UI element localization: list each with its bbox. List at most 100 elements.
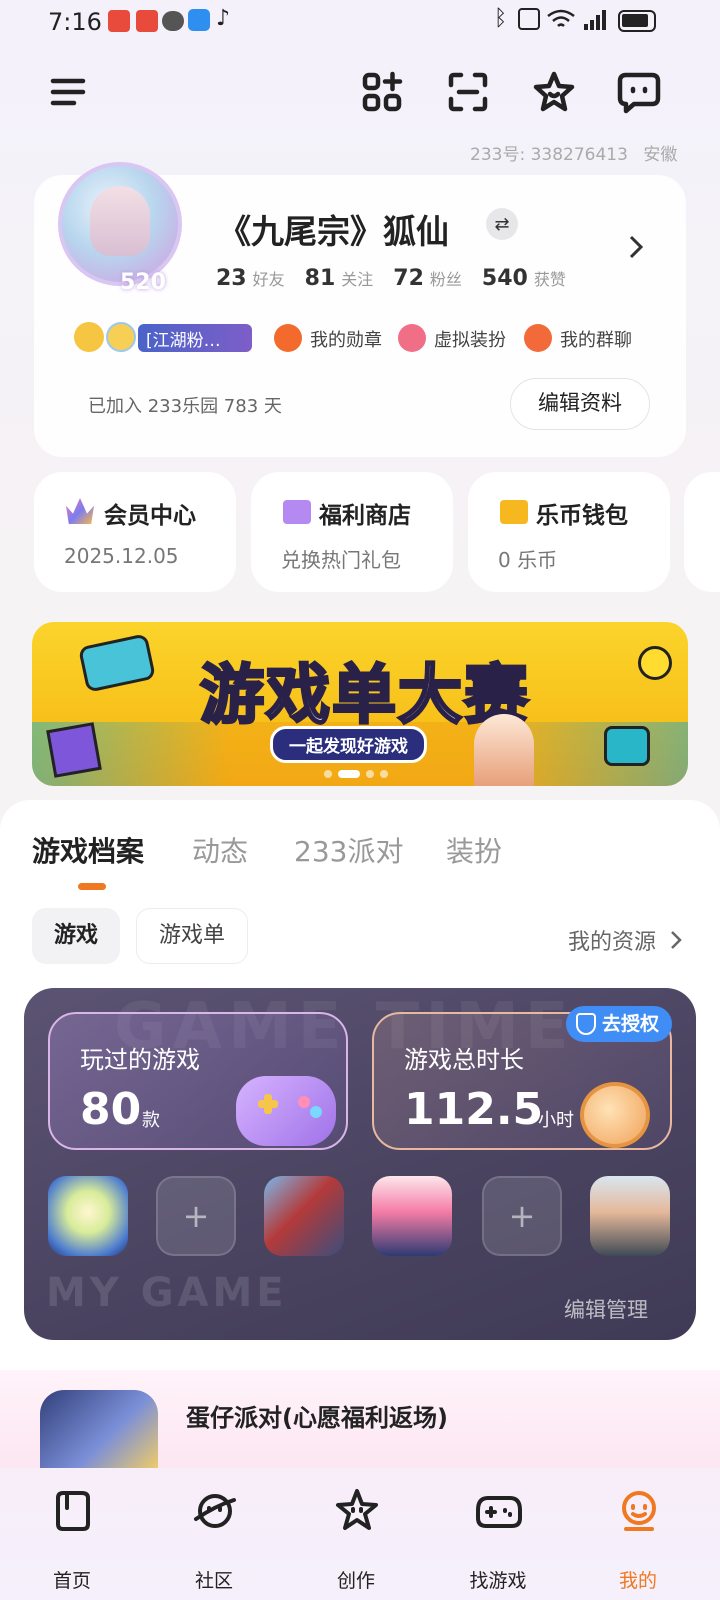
account-id-value: 338276413 xyxy=(530,145,628,165)
game-list-item-title[interactable]: 蛋仔派对(心愿福利返场) xyxy=(186,1398,448,1433)
planet-icon xyxy=(194,1494,236,1528)
played-games-label: 玩过的游戏 xyxy=(80,1046,200,1074)
active-tab-indicator xyxy=(78,883,106,890)
gamepad-icon xyxy=(236,1076,336,1146)
avatar[interactable]: 520 xyxy=(50,150,190,300)
scan-icon[interactable] xyxy=(446,70,490,114)
played-games-panel[interactable]: 玩过的游戏 80 款 xyxy=(48,1012,348,1150)
menu-icon[interactable] xyxy=(48,72,88,112)
carousel-dot xyxy=(324,770,332,778)
profile-stats: 23 好友 81 关注 72 粉丝 540 获赞 xyxy=(216,266,566,296)
mystery-box-icon xyxy=(46,722,102,778)
edit-profile-button[interactable]: 编辑资料 xyxy=(510,378,650,430)
star-effects-icon[interactable] xyxy=(532,70,576,114)
my-medals-link[interactable]: 我的勋章 xyxy=(310,326,382,352)
me-icon xyxy=(622,1491,656,1531)
chevron-right-icon[interactable] xyxy=(626,232,646,262)
group-chat-icon xyxy=(524,324,552,352)
welfare-shop-card[interactable]: 福利商店 兑换热门礼包 xyxy=(251,472,453,592)
gift-icon xyxy=(283,500,311,524)
tab-dynamics[interactable]: 动态 xyxy=(192,830,248,870)
carousel-dot-active xyxy=(338,770,360,778)
status-bar: 7:16 ♪ ᛒ xyxy=(0,0,720,48)
gamepad-nav-icon xyxy=(476,1496,522,1528)
nav-community[interactable]: 社区 xyxy=(154,1468,274,1600)
nav-community-label: 社区 xyxy=(194,1570,233,1592)
shield-icon xyxy=(576,1013,596,1035)
subtab-games[interactable]: 游戏 xyxy=(32,908,120,964)
game-thumbnail[interactable] xyxy=(372,1176,452,1256)
emoji-sunglasses-icon xyxy=(74,322,104,352)
vibrate-icon xyxy=(518,8,540,30)
mascot-character xyxy=(474,714,534,786)
banner-title: 游戏单大赛 xyxy=(199,658,530,735)
vip-center-date: 2025.12.05 xyxy=(64,544,179,568)
play-duration-value: 112.5 xyxy=(404,1084,544,1135)
star-create-icon xyxy=(336,1489,378,1530)
game-thumbnail[interactable] xyxy=(48,1176,128,1256)
tab-233-party[interactable]: 233派对 xyxy=(294,830,403,870)
crown-icon xyxy=(66,498,94,524)
virtual-outfit-link[interactable]: 虚拟装扮 xyxy=(434,326,506,352)
account-id-label: 233号: xyxy=(470,145,526,165)
switch-account-icon[interactable]: ⇄ xyxy=(486,208,518,240)
wifi-icon xyxy=(547,9,575,27)
event-banner[interactable]: 游戏单大赛 一起发现好游戏 xyxy=(32,622,688,786)
nav-find-games-label: 找游戏 xyxy=(469,1570,527,1592)
game-thumbnail[interactable] xyxy=(264,1176,344,1256)
game-console-icon xyxy=(77,633,157,693)
wallet-title: 乐币钱包 xyxy=(536,503,628,529)
game-thumbnail[interactable] xyxy=(40,1390,158,1480)
authorize-button[interactable]: 去授权 xyxy=(566,1006,672,1042)
carousel-dot xyxy=(380,770,388,778)
avatar-frame-badge: 520 xyxy=(120,270,166,295)
wallet-icon xyxy=(500,500,528,524)
message-icon[interactable] xyxy=(616,70,662,114)
medal-icon xyxy=(274,324,302,352)
nav-me-label: 我的 xyxy=(618,1570,657,1592)
stat-fans-label[interactable]: 粉丝 xyxy=(430,266,462,290)
nav-home[interactable]: 首页 xyxy=(12,1468,132,1600)
my-groups-link[interactable]: 我的群聊 xyxy=(560,326,632,352)
next-quick-card[interactable] xyxy=(684,472,720,592)
vip-center-card[interactable]: 会员中心 2025.12.05 xyxy=(34,472,236,592)
tab-outfit[interactable]: 装扮 xyxy=(446,830,502,870)
message-notification-icon xyxy=(162,11,184,31)
nav-find-games[interactable]: 找游戏 xyxy=(438,1468,558,1600)
game-thumbnail[interactable] xyxy=(590,1176,670,1256)
wallet-card[interactable]: 乐币钱包 0 乐币 xyxy=(468,472,670,592)
emoji-star-eyes-icon xyxy=(106,322,136,352)
signal-icon xyxy=(584,10,606,30)
add-app-icon[interactable] xyxy=(360,70,404,114)
vip-center-title: 会员中心 xyxy=(104,503,196,529)
nav-create[interactable]: 创作 xyxy=(296,1468,416,1600)
home-icon xyxy=(56,1491,90,1531)
add-game-slot[interactable]: + xyxy=(482,1176,562,1256)
banner-subtitle: 一起发现好游戏 xyxy=(270,726,427,763)
nav-me[interactable]: 我的 xyxy=(578,1468,698,1600)
profile-tag[interactable]: [江湖粉… xyxy=(138,324,252,352)
bottom-navigation: 首页 社区 创作 找游戏 我的 xyxy=(0,1468,720,1600)
account-region: 安徽 xyxy=(643,145,678,165)
pacman-icon xyxy=(638,646,672,680)
tab-game-archive[interactable]: 游戏档案 xyxy=(32,830,144,870)
add-game-slot[interactable]: + xyxy=(156,1176,236,1256)
chevron-right-icon[interactable] xyxy=(668,928,684,952)
subtab-game-lists[interactable]: 游戏单 xyxy=(136,908,248,964)
my-resources-link[interactable]: 我的资源 xyxy=(568,924,656,956)
played-games-unit: 款 xyxy=(142,1110,160,1131)
stat-fans-value[interactable]: 72 xyxy=(393,266,424,291)
profile-tabs: 游戏档案 动态 233派对 装扮 xyxy=(0,830,720,880)
stat-following-value[interactable]: 81 xyxy=(305,266,336,291)
played-games-value: 80 xyxy=(80,1084,142,1135)
bluetooth-icon: ᛒ xyxy=(494,6,508,31)
stat-friends-value[interactable]: 23 xyxy=(216,266,247,291)
stat-friends-label[interactable]: 好友 xyxy=(253,266,285,290)
app-notification-icon xyxy=(136,10,158,32)
stat-likes-value[interactable]: 540 xyxy=(482,266,528,291)
edit-manage-link[interactable]: 编辑管理 xyxy=(564,1294,648,1324)
stat-following-label[interactable]: 关注 xyxy=(341,266,373,290)
stat-likes-label[interactable]: 获赞 xyxy=(534,266,566,290)
joined-days: 已加入 233乐园 783 天 xyxy=(88,396,282,417)
stopwatch-icon xyxy=(580,1082,650,1148)
